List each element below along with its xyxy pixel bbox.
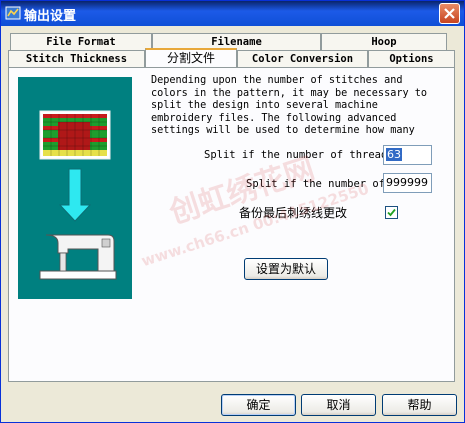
help-button[interactable]: 帮助 xyxy=(382,394,457,416)
backup-changes-checkbox[interactable] xyxy=(385,206,398,219)
tab-stitch-thickness[interactable]: Stitch Thickness xyxy=(8,50,145,67)
title-bar: 输出设置 xyxy=(1,1,464,26)
set-default-button[interactable]: 设置为默认 xyxy=(244,258,328,280)
tab-options[interactable]: Options xyxy=(368,50,455,67)
ok-button[interactable]: 确定 xyxy=(221,394,296,416)
close-button[interactable] xyxy=(439,3,460,24)
tab-hoop[interactable]: Hoop xyxy=(321,33,447,50)
tab-file-format[interactable]: File Format xyxy=(10,33,152,50)
tab-color-conversion[interactable]: Color Conversion xyxy=(237,50,368,67)
app-icon xyxy=(5,6,21,20)
split-threads-input[interactable]: 63 xyxy=(383,145,432,165)
cancel-button[interactable]: 取消 xyxy=(301,394,376,416)
split-stitches-input[interactable]: 999999 xyxy=(383,173,432,193)
split-description: Depending upon the number of stitches an… xyxy=(151,75,428,137)
close-icon xyxy=(444,8,455,19)
output-settings-dialog: 输出设置 File Format Filename Hoop Stitch Th… xyxy=(0,0,465,423)
split-illustration xyxy=(18,77,132,299)
sewing-machine-icon xyxy=(39,234,117,280)
window-title: 输出设置 xyxy=(24,9,77,24)
check-icon xyxy=(387,208,396,217)
split-threads-value: 63 xyxy=(386,148,402,161)
tab-split-file[interactable]: 分割文件 xyxy=(145,48,237,67)
